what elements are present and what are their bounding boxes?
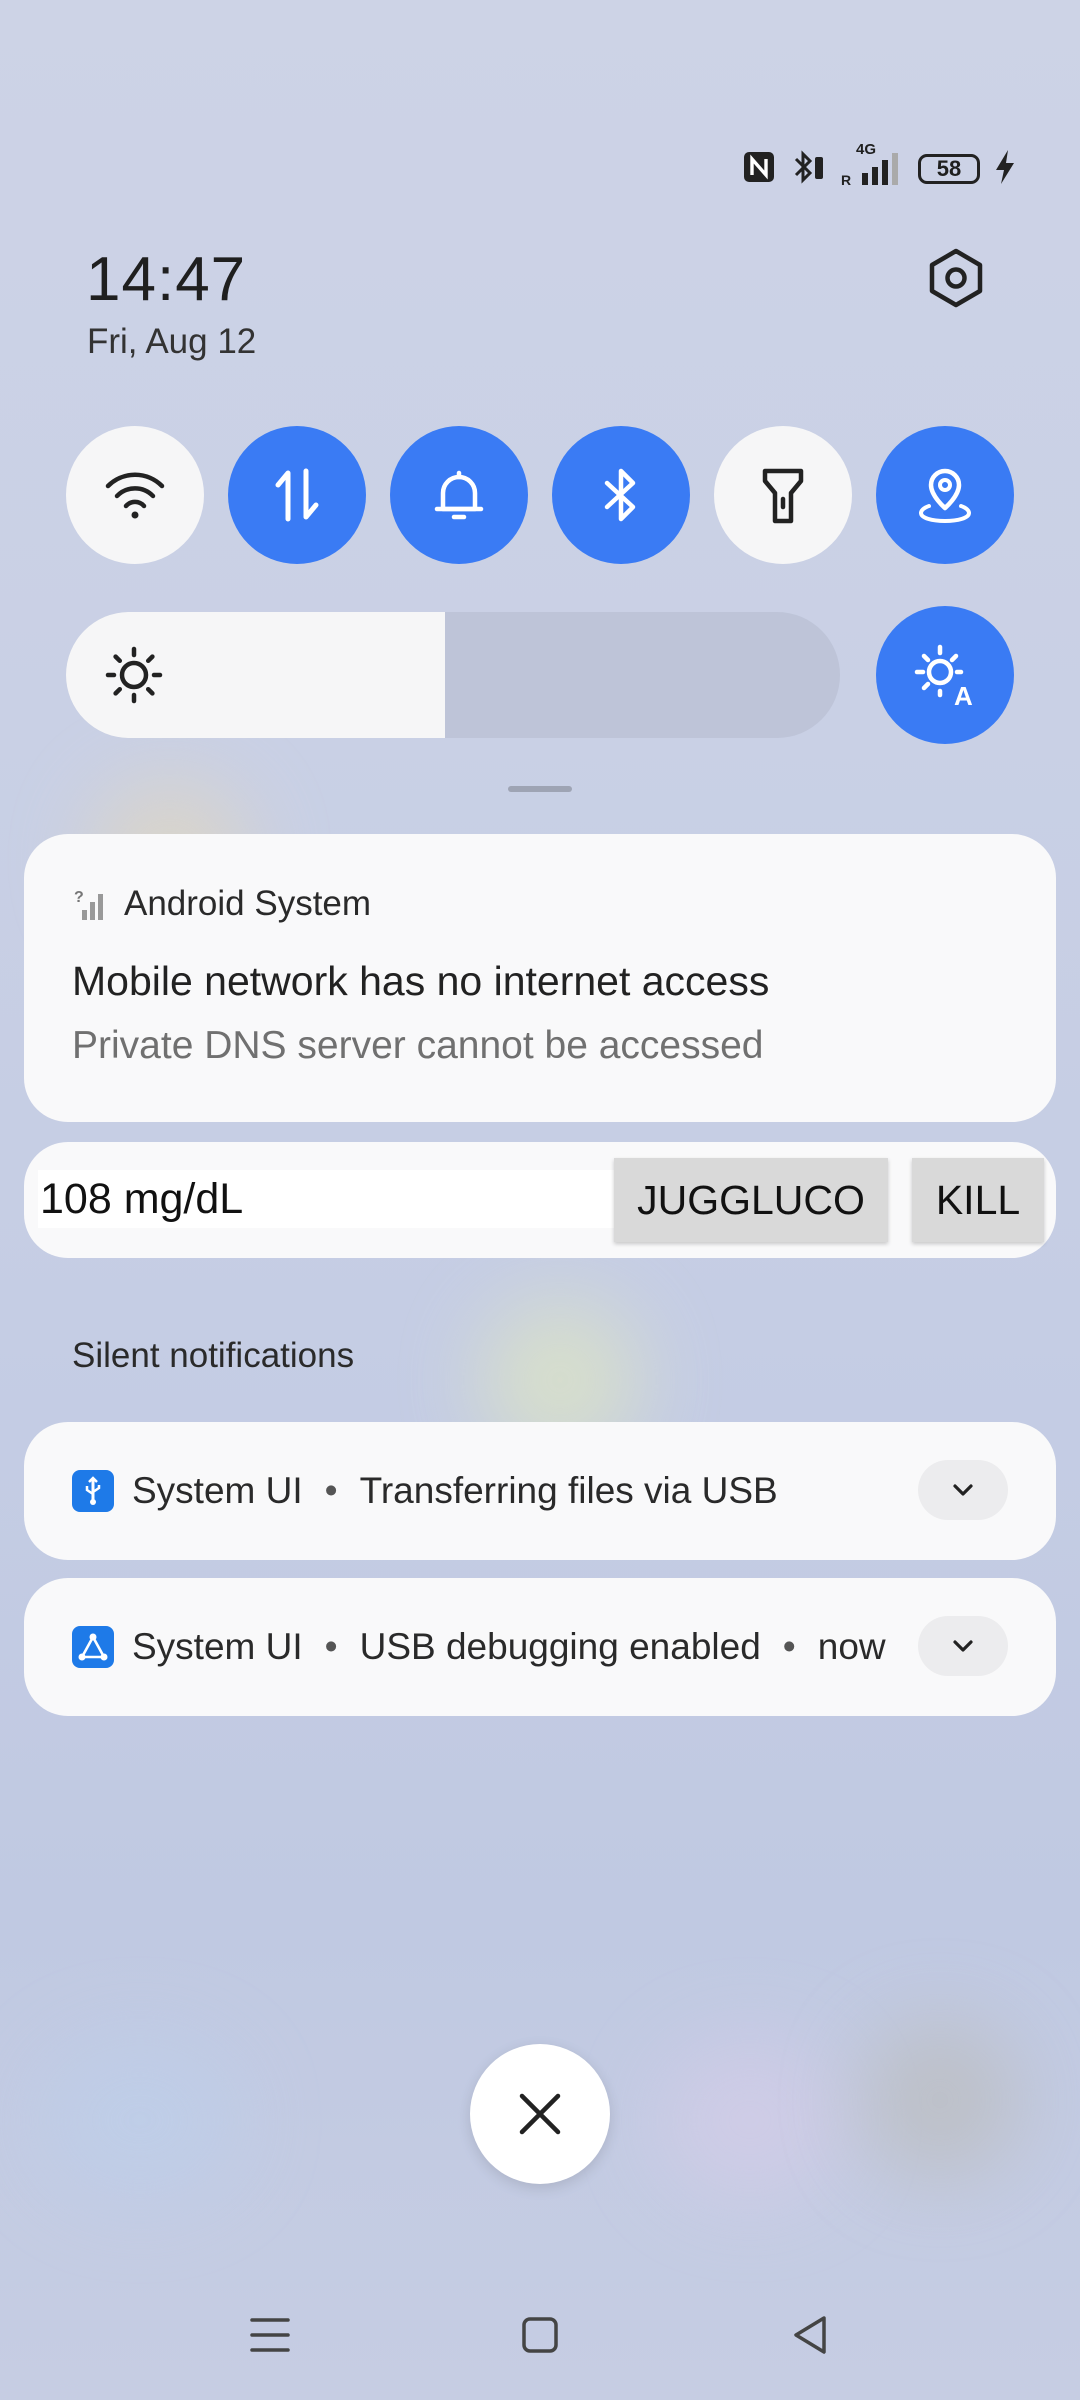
- bell-icon: [434, 470, 484, 520]
- home-icon: [522, 2317, 558, 2353]
- notification-text: Transferring files via USB: [359, 1470, 778, 1511]
- location-icon: [918, 468, 972, 524]
- network-type-label: 4G: [856, 140, 877, 158]
- recents-button[interactable]: [240, 2310, 300, 2360]
- location-toggle[interactable]: [876, 426, 1014, 564]
- notification-text: Private DNS server cannot be accessed: [72, 1024, 764, 1067]
- battery-icon: 58: [918, 154, 980, 184]
- gear-icon: [929, 248, 983, 308]
- svg-text:A: A: [954, 681, 973, 708]
- clear-all-button[interactable]: [470, 2044, 610, 2184]
- bluetooth-toggle[interactable]: [552, 426, 690, 564]
- svg-text:?: ?: [74, 889, 84, 906]
- notification-text: USB debugging enabled: [359, 1626, 761, 1667]
- back-button[interactable]: [780, 2310, 840, 2360]
- background-blur: [660, 2040, 840, 2200]
- bluetooth-icon: [604, 468, 636, 522]
- home-button[interactable]: [510, 2310, 570, 2360]
- notification-glucose[interactable]: 108 mg/dL JUGGLUCO KILL: [24, 1142, 1056, 1258]
- glucose-value: 108 mg/dL: [38, 1170, 630, 1228]
- sound-toggle[interactable]: [390, 426, 528, 564]
- wifi-icon: [105, 472, 165, 519]
- signal-icon: R 4G: [840, 141, 904, 192]
- separator-dot: •: [324, 1626, 338, 1667]
- charging-icon: [994, 149, 1016, 190]
- mobile-data-toggle[interactable]: [228, 426, 366, 564]
- svg-text:R: R: [841, 172, 851, 187]
- settings-button[interactable]: [918, 240, 994, 316]
- brightness-icon: [105, 646, 163, 704]
- auto-brightness-icon: A: [914, 644, 973, 708]
- notification-summary: System UI • Transferring files via USB: [72, 1422, 778, 1560]
- expand-button[interactable]: [918, 1616, 1008, 1676]
- silent-notifications-header: Silent notifications: [72, 1336, 355, 1375]
- nfc-icon: [742, 150, 776, 189]
- background-blur: [40, 2040, 240, 2200]
- clock[interactable]: 14:47: [86, 244, 246, 315]
- flashlight-icon: [762, 468, 804, 524]
- separator-dot: •: [782, 1626, 796, 1667]
- brightness-slider[interactable]: [66, 612, 840, 738]
- debug-icon: [72, 1626, 114, 1668]
- notification-time: now: [817, 1626, 886, 1667]
- notification-usb-transfer[interactable]: System UI • Transferring files via USB: [24, 1422, 1056, 1560]
- bluetooth-battery-icon: [790, 149, 826, 190]
- wifi-toggle[interactable]: [66, 426, 204, 564]
- kill-button[interactable]: KILL: [912, 1158, 1044, 1242]
- expand-button[interactable]: [918, 1460, 1008, 1520]
- data-arrows-icon: [275, 468, 319, 522]
- status-bar: R 4G 58: [742, 141, 1016, 192]
- chevron-down-icon: [953, 1640, 973, 1652]
- app-name: System UI: [132, 1470, 303, 1511]
- navigation-bar: [0, 2300, 1080, 2370]
- juggluco-button[interactable]: JUGGLUCO: [614, 1158, 888, 1242]
- menu-icon: [250, 2318, 290, 2352]
- background-blur: [860, 2020, 1020, 2180]
- separator-dot: •: [324, 1470, 338, 1511]
- app-name: Android System: [124, 884, 372, 923]
- back-icon: [794, 2316, 826, 2354]
- chevron-down-icon: [953, 1484, 973, 1496]
- date[interactable]: Fri, Aug 12: [87, 322, 256, 362]
- app-name: System UI: [132, 1626, 303, 1667]
- notification-android-system[interactable]: ? Android System Mobile network has no i…: [24, 834, 1056, 1122]
- notification-header: ? Android System: [72, 884, 371, 924]
- no-signal-icon: ?: [74, 889, 103, 920]
- auto-brightness-toggle[interactable]: A: [876, 606, 1014, 744]
- notification-title: Mobile network has no internet access: [72, 958, 770, 1004]
- battery-level: 58: [936, 156, 962, 181]
- drag-handle[interactable]: [508, 786, 572, 792]
- flashlight-toggle[interactable]: [714, 426, 852, 564]
- usb-icon: [72, 1470, 114, 1512]
- notification-usb-debugging[interactable]: System UI • USB debugging enabled • now: [24, 1578, 1056, 1716]
- close-icon: [519, 2093, 561, 2135]
- notification-summary: System UI • USB debugging enabled • now: [72, 1578, 886, 1716]
